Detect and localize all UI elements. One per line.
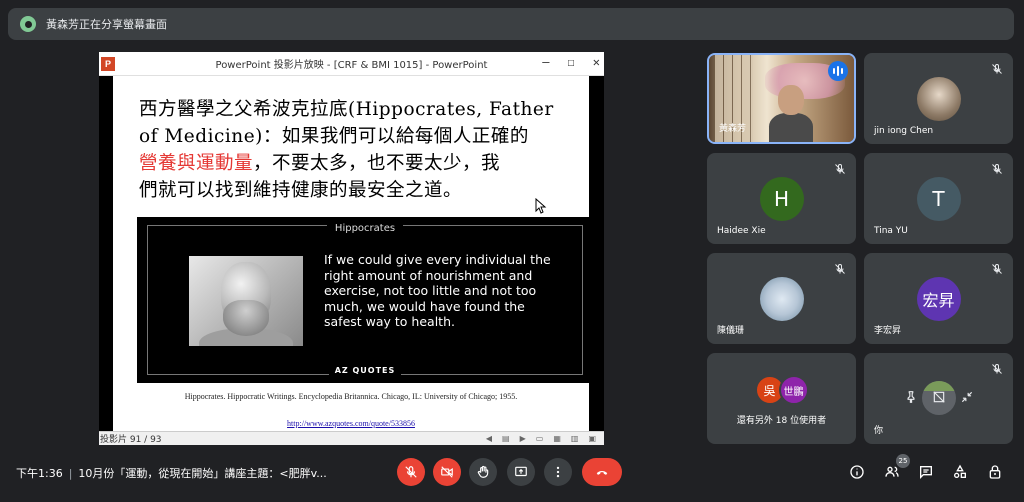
- quote-text: If we could give every individual the ri…: [324, 252, 551, 329]
- remove-tile-icon[interactable]: [932, 389, 946, 408]
- self-tile[interactable]: 你: [864, 353, 1013, 444]
- citation-text: Hippocrates. Hippocratic Writings. Encyc…: [184, 392, 518, 401]
- slide-area: 西方醫學之父希波克拉底(Hippocrates, Father of Medic…: [99, 76, 604, 431]
- participant-name: jin iong Chen: [874, 126, 934, 136]
- pin-icon[interactable]: [904, 389, 918, 408]
- participant-tile[interactable]: 宏昇 李宏昇: [864, 253, 1013, 344]
- close-icon: ✕: [592, 55, 600, 69]
- slide-highlight: 營養與運動量: [139, 153, 254, 174]
- chat-icon: [920, 466, 932, 479]
- mic-toggle-button[interactable]: [397, 458, 425, 486]
- info-icon: [850, 465, 864, 479]
- meeting-title[interactable]: 10月份「運動，從現在開始」講座主題：<肥胖v...: [78, 467, 326, 480]
- slide-line: of Medicine)：如果我們可以給每個人正確的: [139, 126, 529, 147]
- slide-line: ，不要太多，也不要太少，我: [253, 153, 501, 174]
- slide-line: 們就可以找到維持健康的最安全之道。: [139, 180, 463, 201]
- ppt-titlebar: P PowerPoint 投影片放映 - [CRF & BMI 1015] - …: [99, 52, 604, 76]
- participant-tile[interactable]: T Tina YU: [864, 153, 1013, 244]
- others-tile[interactable]: 吳 世鵬 還有另外 18 位使用者: [707, 353, 856, 444]
- presenting-text: 黃森芳正在分享螢幕畫面: [46, 18, 167, 31]
- mic-off-icon: [989, 61, 1005, 77]
- hand-icon: [477, 465, 489, 478]
- presenting-banner: 黃森芳正在分享螢幕畫面: [8, 8, 1014, 40]
- minimize-icon: —: [542, 55, 550, 69]
- people-count-badge: 25: [896, 454, 910, 468]
- participant-name: 黃森芳: [719, 124, 747, 134]
- quote-header: Hippocrates: [326, 223, 404, 234]
- mic-off-icon: [832, 161, 848, 177]
- host-controls-button[interactable]: [985, 462, 1005, 482]
- people-button[interactable]: 25: [882, 454, 910, 482]
- chat-button[interactable]: [916, 462, 936, 482]
- leave-call-button[interactable]: [582, 458, 622, 486]
- meeting-info: 下午1:36 | 10月份「運動，從現在開始」講座主題：<肥胖v...: [16, 467, 327, 480]
- hippocrates-bust-image: [189, 256, 303, 346]
- avatar: [759, 277, 804, 321]
- meeting-controls-bar: 下午1:36 | 10月份「運動，從現在開始」講座主題：<肥胖v... 25: [0, 452, 1024, 492]
- present-now-button[interactable]: [507, 458, 535, 486]
- sorter-view-icon[interactable]: ▦: [553, 434, 561, 443]
- participant-tile[interactable]: 黃森芳: [707, 53, 856, 144]
- meeting-details-button[interactable]: [847, 462, 867, 482]
- menu-icon[interactable]: ▤: [502, 434, 510, 443]
- activities-icon: [954, 464, 966, 478]
- avatar: 世鵬: [778, 375, 809, 405]
- participant-tile[interactable]: jin iong Chen: [864, 53, 1013, 144]
- ppt-statusbar: 投影片 91 / 93 ◀ ▤ ▶ ▭ ▦ ▥ ▣: [99, 431, 604, 445]
- slide-body-text: 西方醫學之父希波克拉底(Hippocrates, Father of Medic…: [139, 96, 579, 204]
- avatar: [916, 77, 961, 121]
- mouse-cursor-icon: [535, 197, 547, 214]
- mic-off-icon: [405, 466, 417, 478]
- participant-name: 李宏昇: [874, 326, 902, 336]
- activities-button[interactable]: [950, 462, 970, 482]
- next-slide-icon[interactable]: ▶: [520, 434, 526, 443]
- mic-off-icon: [832, 261, 848, 277]
- participant-name: Haidee Xie: [717, 226, 766, 236]
- participant-name: 陳儀珊: [717, 326, 745, 336]
- more-vert-icon: [556, 466, 560, 478]
- ppt-window-title: PowerPoint 投影片放映 - [CRF & BMI 1015] - Po…: [215, 60, 488, 71]
- maximize-icon: ☐: [567, 55, 575, 69]
- shared-screen: P PowerPoint 投影片放映 - [CRF & BMI 1015] - …: [99, 52, 604, 445]
- raise-hand-button[interactable]: [469, 458, 497, 486]
- mic-off-icon: [989, 161, 1005, 177]
- slideshow-view-icon[interactable]: ▣: [588, 434, 596, 443]
- camera-off-icon: [441, 466, 453, 478]
- speaking-indicator-icon: [828, 61, 848, 81]
- avatar: T: [916, 177, 961, 221]
- minimize-tile-icon[interactable]: [960, 389, 974, 408]
- source-link[interactable]: http://www.azquotes.com/quote/533856: [113, 419, 589, 428]
- reading-view-icon[interactable]: ▥: [571, 434, 579, 443]
- prev-slide-icon[interactable]: ◀: [486, 434, 492, 443]
- participant-tile[interactable]: H Haidee Xie: [707, 153, 856, 244]
- slide-counter: 投影片 91 / 93: [100, 435, 162, 445]
- avatar: 宏昇: [916, 277, 961, 321]
- normal-view-icon[interactable]: ▭: [536, 434, 544, 443]
- lock-person-icon: [989, 465, 1001, 479]
- camera-toggle-button[interactable]: [433, 458, 461, 486]
- slide: 西方醫學之父希波克拉底(Hippocrates, Father of Medic…: [113, 76, 593, 431]
- mic-off-icon: [989, 361, 1005, 377]
- mic-off-icon: [989, 261, 1005, 277]
- end-call-icon: [596, 470, 608, 475]
- participant-name: Tina YU: [874, 226, 908, 236]
- azquotes-logo: AZ QUOTES: [328, 366, 402, 375]
- present-icon: [515, 466, 527, 477]
- slide-line: 西方醫學之父希波克拉底(Hippocrates, Father: [139, 99, 554, 120]
- presenting-icon: [20, 16, 36, 32]
- more-options-button[interactable]: [544, 458, 572, 486]
- participant-tile[interactable]: 陳儀珊: [707, 253, 856, 344]
- participant-name: 你: [874, 426, 884, 436]
- others-label: 還有另外 18 位使用者: [736, 416, 827, 426]
- avatar: H: [759, 177, 804, 221]
- quote-card: Hippocrates If we could give every indiv…: [137, 217, 593, 383]
- current-time: 下午1:36: [16, 467, 63, 480]
